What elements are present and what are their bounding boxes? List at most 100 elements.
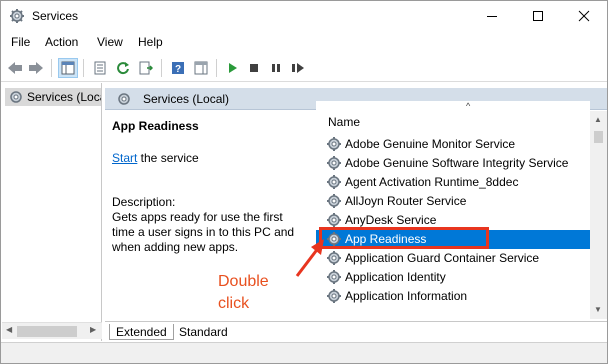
service-rows: Adobe Genuine Monitor Service Adobe Genui… bbox=[316, 135, 590, 306]
highlight-box bbox=[319, 227, 489, 249]
pause-service-icon bbox=[272, 64, 280, 72]
close-icon bbox=[578, 10, 590, 22]
help-button[interactable]: ? bbox=[168, 58, 188, 78]
console-tree-pane: Services (Loca bbox=[2, 83, 102, 341]
menu-action[interactable]: Action bbox=[45, 35, 78, 49]
annotation-arrow-icon bbox=[295, 239, 324, 277]
scrollbar-thumb[interactable] bbox=[594, 131, 603, 143]
back-arrow-icon bbox=[8, 62, 22, 74]
refresh-button[interactable] bbox=[113, 58, 133, 78]
scroll-left-icon: ◀ bbox=[6, 325, 13, 334]
minimize-icon bbox=[487, 15, 497, 17]
scroll-down-icon: ▼ bbox=[594, 305, 602, 314]
scrollbar-thumb[interactable] bbox=[17, 326, 77, 337]
tree-horizontal-scrollbar[interactable]: ◀ ▶ bbox=[2, 322, 102, 339]
stop-service-icon bbox=[250, 64, 258, 72]
help-icon: ? bbox=[172, 62, 184, 75]
menu-view[interactable]: View bbox=[97, 35, 123, 49]
toolbar-separator bbox=[161, 59, 162, 77]
description-label: Description: bbox=[112, 195, 176, 209]
minimize-button[interactable] bbox=[469, 1, 515, 31]
service-gear-icon bbox=[327, 289, 341, 303]
list-vertical-scrollbar[interactable]: ▲ ▼ bbox=[590, 111, 607, 319]
menu-file[interactable]: File bbox=[11, 35, 30, 49]
service-gear-icon bbox=[327, 175, 341, 189]
service-name: Adobe Genuine Monitor Service bbox=[345, 137, 516, 151]
toolbar-separator bbox=[216, 59, 217, 77]
service-name: Application Guard Container Service bbox=[345, 251, 540, 265]
toolbar-separator bbox=[83, 59, 84, 77]
annotation-line-2: click bbox=[218, 295, 250, 312]
tree-item-label: Services (Loca bbox=[27, 90, 101, 104]
scroll-right-icon: ▶ bbox=[90, 325, 97, 334]
service-row[interactable]: Application Information bbox=[316, 287, 590, 306]
service-gear-icon bbox=[327, 213, 341, 227]
scroll-up-icon: ▲ bbox=[594, 115, 602, 124]
service-gear-icon bbox=[327, 156, 341, 170]
services-gear-icon bbox=[10, 91, 22, 103]
services-list: ^ Name Adobe Genuine Monitor Service Adob… bbox=[310, 101, 607, 321]
services-detail-pane: Services (Local) App Readiness Start the… bbox=[105, 83, 607, 341]
show-hide-tree-icon bbox=[61, 61, 75, 75]
title-bar: Services bbox=[1, 1, 607, 31]
service-row[interactable]: Application Guard Container Service bbox=[316, 249, 590, 268]
show-action-pane-button[interactable] bbox=[191, 58, 211, 78]
forward-arrow-icon bbox=[29, 62, 43, 74]
window-title: Services bbox=[32, 9, 79, 23]
service-row[interactable]: Adobe Genuine Software Integrity Service bbox=[316, 154, 590, 173]
tab-standard[interactable]: Standard bbox=[173, 324, 234, 340]
double-click-annotation: Double click bbox=[218, 271, 269, 315]
close-button[interactable] bbox=[561, 1, 607, 31]
export-list-icon bbox=[139, 61, 153, 75]
service-row[interactable]: AllJoyn Router Service bbox=[316, 192, 590, 211]
maximize-icon bbox=[533, 11, 543, 21]
forward-button[interactable] bbox=[26, 58, 46, 78]
tree-item-services-local[interactable]: Services (Loca bbox=[5, 88, 101, 106]
show-action-pane-icon bbox=[194, 61, 208, 75]
toolbar: ? bbox=[1, 54, 607, 82]
restart-service-icon bbox=[292, 63, 304, 73]
view-tabs: Extended Standard bbox=[105, 321, 607, 341]
pane-header-title: Services (Local) bbox=[143, 92, 230, 106]
menu-bar: File Action View Help bbox=[1, 32, 607, 52]
show-hide-tree-button[interactable] bbox=[58, 58, 78, 78]
description-text: Gets apps ready for use the first time a… bbox=[112, 210, 295, 254]
service-name: Adobe Genuine Software Integrity Service bbox=[345, 156, 569, 170]
pause-service-button[interactable] bbox=[266, 58, 286, 78]
service-name: AnyDesk Service bbox=[345, 213, 437, 227]
sort-ascending-icon: ^ bbox=[466, 101, 471, 111]
start-service-rest: the service bbox=[137, 151, 199, 165]
column-header-label: Name bbox=[328, 115, 361, 129]
services-window: Services File Action View Help ? Service… bbox=[0, 0, 608, 364]
column-header-name[interactable]: ^ Name bbox=[316, 101, 590, 129]
refresh-icon bbox=[117, 62, 129, 75]
service-gear-icon bbox=[327, 194, 341, 208]
stop-service-button[interactable] bbox=[244, 58, 264, 78]
start-service-link[interactable]: Start bbox=[112, 151, 137, 165]
annotation-line-1: Double bbox=[218, 273, 269, 290]
service-gear-icon bbox=[327, 137, 341, 151]
service-row[interactable]: Agent Activation Runtime_8ddec bbox=[316, 173, 590, 192]
start-service-button[interactable] bbox=[222, 58, 242, 78]
status-bar bbox=[1, 342, 607, 363]
svg-text:?: ? bbox=[175, 64, 181, 75]
restart-service-button[interactable] bbox=[288, 58, 308, 78]
menu-help[interactable]: Help bbox=[138, 35, 163, 49]
start-service-icon bbox=[229, 63, 237, 73]
service-row[interactable]: Adobe Genuine Monitor Service bbox=[316, 135, 590, 154]
tab-extended[interactable]: Extended bbox=[109, 324, 174, 340]
toolbar-separator bbox=[51, 59, 52, 77]
back-button[interactable] bbox=[5, 58, 25, 78]
export-list-button[interactable] bbox=[136, 58, 156, 78]
properties-icon bbox=[94, 61, 106, 75]
properties-button[interactable] bbox=[90, 58, 110, 78]
service-name: Application Information bbox=[345, 289, 468, 303]
services-gear-icon bbox=[118, 93, 130, 105]
services-gear-icon bbox=[10, 9, 24, 23]
service-row[interactable]: Application Identity bbox=[316, 268, 590, 287]
service-name: Application Identity bbox=[345, 270, 446, 284]
maximize-button[interactable] bbox=[515, 1, 561, 31]
start-service-line: Start the service bbox=[112, 151, 199, 165]
service-name: Agent Activation Runtime_8ddec bbox=[345, 175, 519, 189]
service-name-heading: App Readiness bbox=[112, 119, 199, 133]
